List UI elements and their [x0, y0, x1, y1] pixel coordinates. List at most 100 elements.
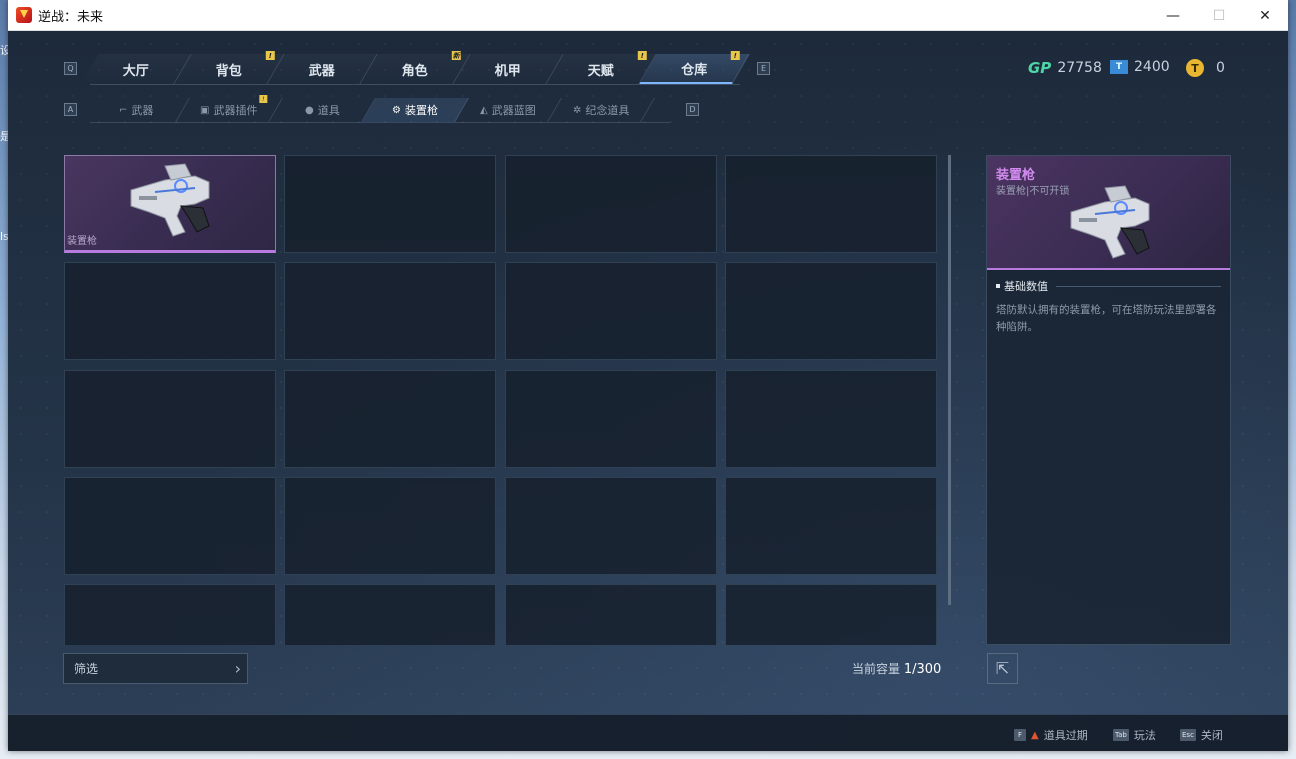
ticket-value: 2400: [1134, 59, 1170, 75]
tab-talents[interactable]: 天赋!: [546, 51, 657, 84]
hint-gameplay[interactable]: Tab 玩法: [1113, 727, 1156, 743]
inventory-slot[interactable]: [284, 155, 496, 253]
game-window: 逆战：未来 — ☐ ✕ Q 大厅 背包! 武器 角色 新 机甲 天赋! 仓库! E…: [8, 0, 1288, 751]
maximize-button[interactable]: ☐: [1196, 0, 1242, 31]
detail-section-header: 基础数值: [996, 278, 1221, 294]
inventory-slot[interactable]: [505, 370, 717, 468]
hint-label: 道具过期: [1043, 729, 1088, 742]
filter-label: 筛选: [74, 662, 99, 676]
subtab-device-guns[interactable]: ⚙ 装置枪: [362, 98, 469, 122]
inventory-slot[interactable]: [505, 262, 717, 360]
subtab-weapon-plugins[interactable]: ▣ 武器插件!: [176, 95, 283, 122]
tab-warehouse[interactable]: 仓库!: [639, 51, 750, 84]
inventory-slot[interactable]: [725, 370, 937, 468]
capacity-indicator: 当前容量 1/300: [852, 660, 941, 677]
hint-label: 关闭: [1200, 729, 1223, 742]
tab-weapons[interactable]: 武器: [267, 54, 378, 84]
title-bar: 逆战：未来 — ☐ ✕: [8, 0, 1288, 31]
inventory-slot[interactable]: [284, 370, 496, 468]
gp-value: 27758: [1057, 60, 1102, 76]
medal-icon: ✲: [572, 104, 582, 116]
item-label: 装置枪: [67, 236, 97, 247]
gp-currency: GP 27758: [1028, 59, 1102, 77]
rifle-icon: ⌐: [118, 104, 128, 116]
capacity-label: 当前容量: [852, 662, 901, 676]
detail-description: 塔防默认拥有的装置枪，可在塔防玩法里部署各种陷阱。: [996, 304, 1217, 333]
tab-lobby[interactable]: 大厅: [81, 54, 192, 84]
hint-label: 玩法: [1133, 729, 1156, 742]
subtab-label: 装置枪: [404, 104, 438, 117]
external-link-icon: ⇱: [995, 659, 1010, 678]
tab-characters[interactable]: 角色 新: [360, 51, 471, 84]
tab-label: 大厅: [122, 63, 149, 79]
tab-mecha[interactable]: 机甲: [453, 54, 564, 84]
subnav-prev-key[interactable]: A: [64, 103, 77, 116]
hint-close[interactable]: Esc 关闭: [1180, 727, 1223, 743]
subtab-souvenirs[interactable]: ✲ 纪念道具: [548, 98, 655, 122]
tab-label: 背包: [215, 63, 242, 79]
hint-item-expiry[interactable]: F ▲ 道具过期: [1014, 727, 1088, 743]
key-cap: F: [1014, 729, 1026, 741]
nav-next-key[interactable]: E: [757, 62, 770, 75]
item-detail-panel: 装置枪 装置枪|不可开锁 基础数值 塔防默认拥有的装置枪，可在塔防玩法里部署各种…: [986, 155, 1231, 645]
coin-value: 0: [1216, 60, 1225, 76]
inventory-slot[interactable]: [64, 584, 276, 645]
alert-badge: !: [730, 51, 740, 60]
alert-badge: !: [265, 51, 275, 60]
subnav-next-key[interactable]: D: [686, 103, 699, 116]
inventory-slot[interactable]: [284, 262, 496, 360]
device-gun-icon: ⚙: [392, 104, 401, 116]
device-gun-image: [130, 163, 210, 237]
inventory-slot-device-gun[interactable]: 装置枪: [64, 155, 276, 253]
chip-icon: ▣: [200, 104, 210, 116]
alert-badge: !: [259, 95, 268, 103]
detail-header: 装置枪 装置枪|不可开锁: [987, 156, 1230, 270]
filter-button[interactable]: 筛选 ›: [63, 653, 248, 684]
inventory-slot[interactable]: [725, 477, 937, 575]
minimize-button[interactable]: —: [1150, 0, 1196, 31]
key-cap: Esc: [1180, 729, 1196, 741]
device-gun-image: [1070, 185, 1150, 259]
section-title: 基础数值: [1004, 280, 1048, 293]
inventory-slot[interactable]: [505, 155, 717, 253]
key-cap: Tab: [1113, 729, 1129, 741]
app-icon: [16, 7, 32, 23]
gp-icon: GP: [1028, 59, 1052, 77]
subnav-divider: [90, 122, 670, 123]
inventory-slot[interactable]: [64, 477, 276, 575]
inventory-slot[interactable]: [505, 584, 717, 645]
inventory-scrollbar[interactable]: [948, 155, 951, 605]
close-window-button[interactable]: ✕: [1242, 0, 1288, 31]
inventory-slot[interactable]: [64, 370, 276, 468]
game-area: Q 大厅 背包! 武器 角色新 机甲 天赋! 仓库! E A ⌐ 武器 ▣ 武器插件…: [8, 31, 1288, 751]
inventory-slot[interactable]: [64, 262, 276, 360]
tab-label: 天赋: [587, 63, 614, 79]
inventory-slot[interactable]: [725, 262, 937, 360]
inventory-slot[interactable]: [505, 477, 717, 575]
bullet-icon: [996, 284, 1000, 288]
tab-label: 机甲: [494, 63, 521, 79]
alert-badge: !: [637, 51, 647, 60]
coin-icon: T: [1186, 59, 1204, 77]
sub-nav: ⌐ 武器 ▣ 武器插件! ● 道具 ⚙ 装置枪 ◭ 武器蓝图 ✲ 纪念道具: [83, 95, 655, 122]
inventory-slot[interactable]: [725, 155, 937, 253]
open-external-button[interactable]: ⇱: [987, 653, 1018, 684]
ticket-icon: T: [1110, 60, 1128, 74]
inventory-slot[interactable]: [725, 584, 937, 645]
inventory-grid: 装置枪: [64, 155, 940, 645]
inventory-slot[interactable]: [284, 477, 496, 575]
tab-backpack[interactable]: 背包!: [174, 51, 285, 84]
footer-bar: F ▲ 道具过期 Tab 玩法 Esc 关闭: [8, 714, 1288, 751]
nav-divider: [90, 84, 740, 85]
subtab-blueprints[interactable]: ◭ 武器蓝图: [455, 98, 562, 122]
subtab-items[interactable]: ● 道具: [269, 98, 376, 122]
main-nav: 大厅 背包! 武器 角色 新 机甲 天赋! 仓库!: [81, 51, 750, 84]
subtab-label: 纪念道具: [585, 104, 630, 117]
capacity-value: 1/300: [903, 662, 942, 677]
tab-label: 武器: [308, 63, 335, 79]
subtab-label: 道具: [317, 104, 340, 117]
inventory-slot[interactable]: [284, 584, 496, 645]
subtab-weapons[interactable]: ⌐ 武器: [83, 98, 190, 122]
grenade-icon: ●: [304, 104, 314, 116]
nav-prev-key[interactable]: Q: [64, 62, 77, 75]
